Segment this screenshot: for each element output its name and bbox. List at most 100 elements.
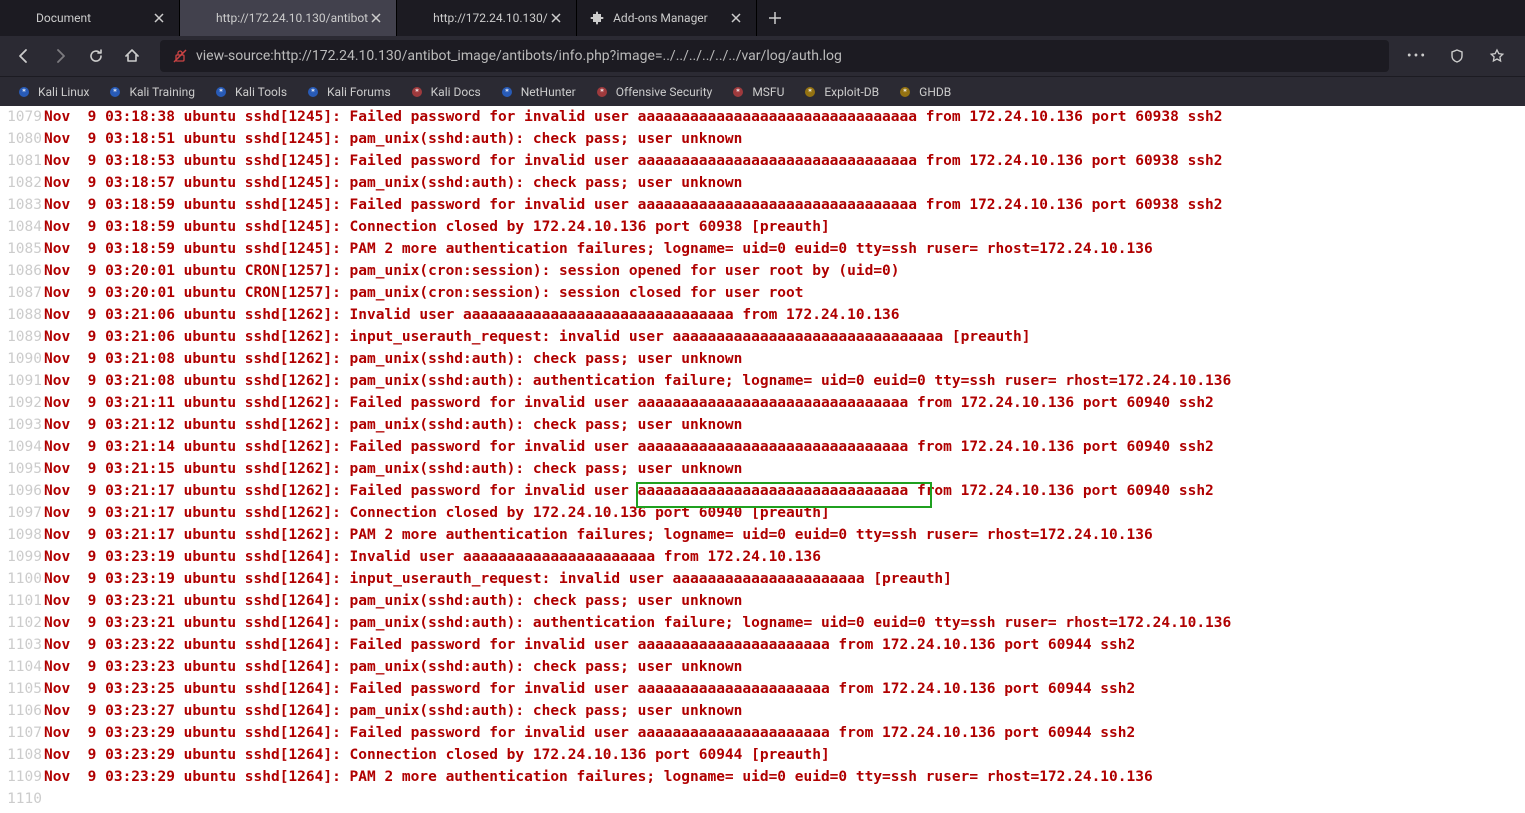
log-line: 1104Nov 9 03:23:23 ubuntu sshd[1264]: pa… [0, 656, 1525, 678]
close-icon[interactable] [728, 10, 744, 26]
bookmark-kali-linux[interactable]: Kali Linux [8, 82, 97, 102]
bookmark-label: Kali Forums [327, 85, 391, 99]
line-number: 1099 [0, 546, 44, 568]
line-number: 1107 [0, 722, 44, 744]
log-text: Nov 9 03:21:15 ubuntu sshd[1262]: pam_un… [44, 458, 742, 480]
bookmark-star-icon[interactable] [1481, 40, 1513, 72]
log-line: 1091Nov 9 03:21:08 ubuntu sshd[1262]: pa… [0, 370, 1525, 392]
log-line: 1081Nov 9 03:18:53 ubuntu sshd[1245]: Fa… [0, 150, 1525, 172]
log-line: 1083Nov 9 03:18:59 ubuntu sshd[1245]: Fa… [0, 194, 1525, 216]
log-text: Nov 9 03:23:25 ubuntu sshd[1264]: Failed… [44, 678, 1135, 700]
shield-icon[interactable] [1441, 40, 1473, 72]
line-number: 1087 [0, 282, 44, 304]
view-source-content[interactable]: 1079Nov 9 03:18:38 ubuntu sshd[1245]: Fa… [0, 106, 1525, 813]
line-number: 1080 [0, 128, 44, 150]
bookmark-favicon [16, 84, 32, 100]
bookmark-offensive-security[interactable]: Offensive Security [586, 82, 721, 102]
line-number: 1103 [0, 634, 44, 656]
log-line: 1098Nov 9 03:21:17 ubuntu sshd[1262]: PA… [0, 524, 1525, 546]
tab-title: http://172.24.10.130/antibot [216, 11, 368, 25]
bookmark-favicon [499, 84, 515, 100]
line-number: 1088 [0, 304, 44, 326]
bookmark-label: Kali Tools [235, 85, 287, 99]
line-number: 1090 [0, 348, 44, 370]
close-icon[interactable] [368, 10, 384, 26]
reload-button[interactable] [80, 40, 112, 72]
close-icon[interactable] [548, 10, 564, 26]
line-number: 1095 [0, 458, 44, 480]
log-text: Nov 9 03:21:08 ubuntu sshd[1262]: pam_un… [44, 370, 1231, 392]
log-text: Nov 9 03:18:57 ubuntu sshd[1245]: pam_un… [44, 172, 742, 194]
log-text: Nov 9 03:18:59 ubuntu sshd[1245]: Connec… [44, 216, 830, 238]
line-number: 1105 [0, 678, 44, 700]
page-actions-icon[interactable]: ••• [1401, 40, 1433, 72]
close-icon[interactable] [151, 10, 167, 26]
log-text: Nov 9 03:21:06 ubuntu sshd[1262]: Invali… [44, 304, 900, 326]
bookmark-label: Offensive Security [616, 85, 713, 99]
log-line: 1102Nov 9 03:23:21 ubuntu sshd[1264]: pa… [0, 612, 1525, 634]
bookmark-kali-training[interactable]: Kali Training [99, 82, 203, 102]
line-number: 1082 [0, 172, 44, 194]
line-number: 1096 [0, 480, 44, 502]
nav-bar: view-source:http://172.24.10.130/antibot… [0, 36, 1525, 76]
log-line: 1103Nov 9 03:23:22 ubuntu sshd[1264]: Fa… [0, 634, 1525, 656]
line-number: 1109 [0, 766, 44, 788]
log-text: Nov 9 03:23:29 ubuntu sshd[1264]: Connec… [44, 744, 830, 766]
log-text: Nov 9 03:21:17 ubuntu sshd[1262]: Connec… [44, 502, 830, 524]
forward-button[interactable] [44, 40, 76, 72]
new-tab-button[interactable] [757, 0, 793, 36]
log-line: 1099Nov 9 03:23:19 ubuntu sshd[1264]: In… [0, 546, 1525, 568]
url-text: view-source:http://172.24.10.130/antibot… [196, 48, 1377, 64]
log-text: Nov 9 03:18:38 ubuntu sshd[1245]: Failed… [44, 106, 1223, 128]
bookmark-label: Kali Docs [431, 85, 481, 99]
log-text: Nov 9 03:23:29 ubuntu sshd[1264]: PAM 2 … [44, 766, 1153, 788]
log-line: 1101Nov 9 03:23:21 ubuntu sshd[1264]: pa… [0, 590, 1525, 612]
tab-title: Document [36, 11, 151, 25]
line-number: 1083 [0, 194, 44, 216]
log-line: 1086Nov 9 03:20:01 ubuntu CRON[1257]: pa… [0, 260, 1525, 282]
bookmark-kali-forums[interactable]: Kali Forums [297, 82, 399, 102]
tab-title: http://172.24.10.130/ [433, 11, 548, 25]
log-line: 1082Nov 9 03:18:57 ubuntu sshd[1245]: pa… [0, 172, 1525, 194]
bookmark-favicon [897, 84, 913, 100]
tab-1[interactable]: http://172.24.10.130/antibot [180, 0, 397, 36]
back-button[interactable] [8, 40, 40, 72]
bookmark-nethunter[interactable]: NetHunter [491, 82, 584, 102]
bookmark-msfu[interactable]: MSFU [722, 82, 792, 102]
tab-2[interactable]: http://172.24.10.130/ [397, 0, 577, 36]
tabs-bar: Document http://172.24.10.130/antibot http… [0, 0, 1525, 36]
line-number: 1084 [0, 216, 44, 238]
log-text: Nov 9 03:21:08 ubuntu sshd[1262]: pam_un… [44, 348, 742, 370]
line-number: 1089 [0, 326, 44, 348]
line-number: 1085 [0, 238, 44, 260]
tab-0[interactable]: Document [0, 0, 180, 36]
log-text: Nov 9 03:21:12 ubuntu sshd[1262]: pam_un… [44, 414, 742, 436]
line-number: 1079 [0, 106, 44, 128]
bookmark-kali-docs[interactable]: Kali Docs [401, 82, 489, 102]
tab-title: Add-ons Manager [613, 11, 728, 25]
log-text: Nov 9 03:23:23 ubuntu sshd[1264]: pam_un… [44, 656, 742, 678]
tab-3[interactable]: Add-ons Manager [577, 0, 757, 36]
log-text: Nov 9 03:18:53 ubuntu sshd[1245]: Failed… [44, 150, 1223, 172]
bookmark-favicon [107, 84, 123, 100]
bookmark-ghdb[interactable]: GHDB [889, 82, 959, 102]
bookmark-kali-tools[interactable]: Kali Tools [205, 82, 295, 102]
log-line: 1090Nov 9 03:21:08 ubuntu sshd[1262]: pa… [0, 348, 1525, 370]
log-text: Nov 9 03:23:21 ubuntu sshd[1264]: pam_un… [44, 612, 1231, 634]
log-line: 1107Nov 9 03:23:29 ubuntu sshd[1264]: Fa… [0, 722, 1525, 744]
log-text: Nov 9 03:23:22 ubuntu sshd[1264]: Failed… [44, 634, 1135, 656]
log-line: 1108Nov 9 03:23:29 ubuntu sshd[1264]: Co… [0, 744, 1525, 766]
log-line: 1109Nov 9 03:23:29 ubuntu sshd[1264]: PA… [0, 766, 1525, 788]
bookmark-label: NetHunter [521, 85, 576, 99]
bookmark-exploit-db[interactable]: Exploit-DB [794, 82, 887, 102]
log-text: Nov 9 03:20:01 ubuntu CRON[1257]: pam_un… [44, 260, 900, 282]
line-number: 1104 [0, 656, 44, 678]
home-button[interactable] [116, 40, 148, 72]
url-bar[interactable]: view-source:http://172.24.10.130/antibot… [160, 40, 1389, 72]
bookmark-favicon [305, 84, 321, 100]
line-number: 1092 [0, 392, 44, 414]
log-line: 1087Nov 9 03:20:01 ubuntu CRON[1257]: pa… [0, 282, 1525, 304]
bookmarks-bar: Kali LinuxKali Training Kali Tools Kali Fo… [0, 76, 1525, 106]
line-number: 1100 [0, 568, 44, 590]
bookmark-favicon [594, 84, 610, 100]
